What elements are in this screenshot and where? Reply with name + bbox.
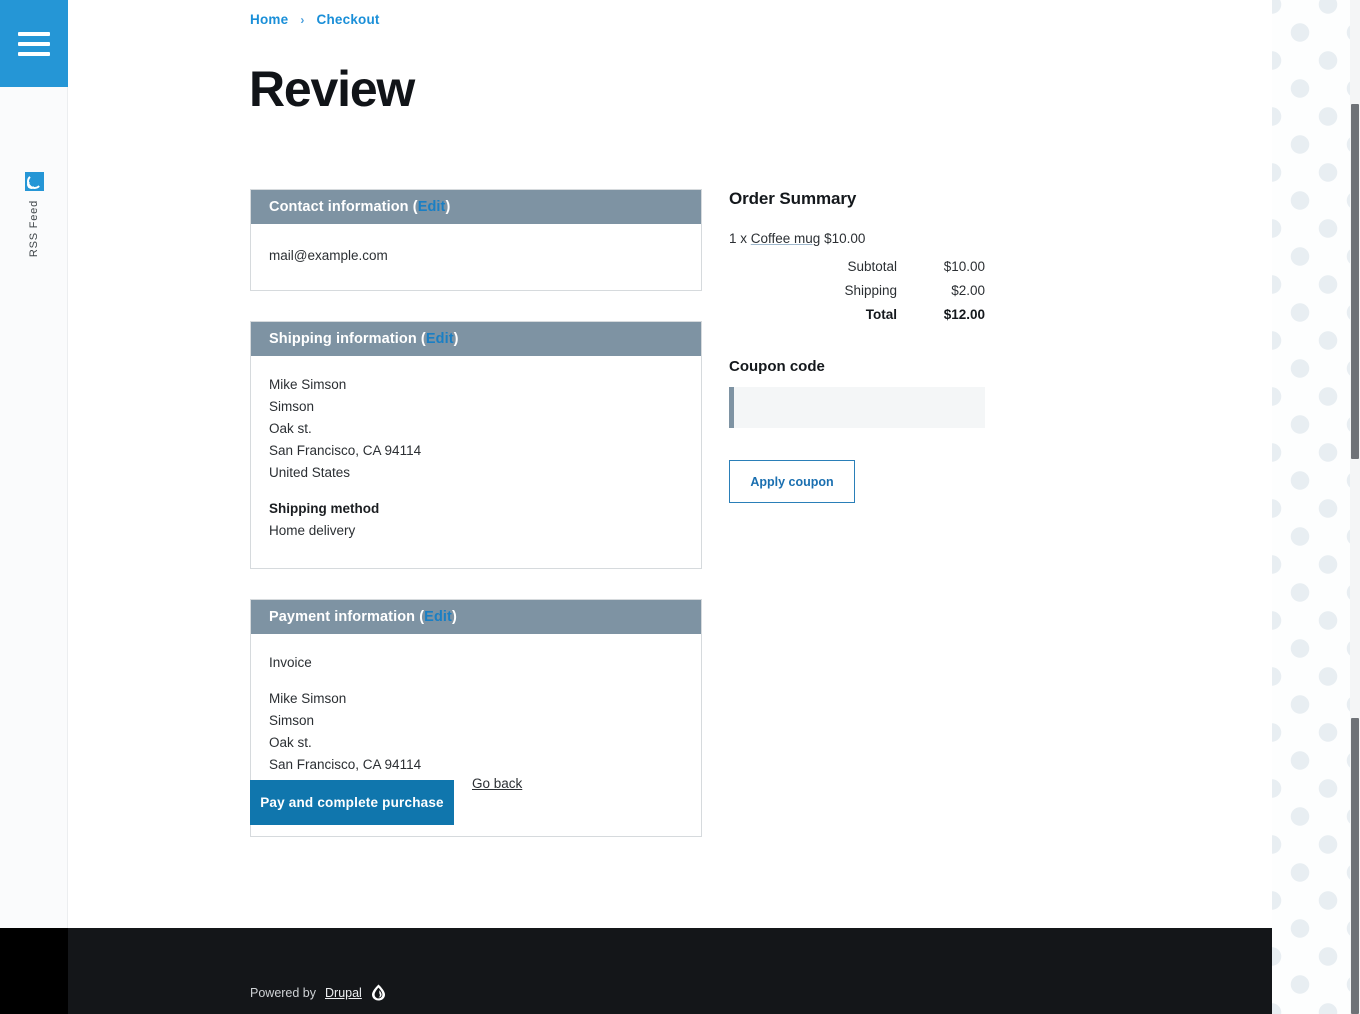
shipping-value: $2.00 (927, 283, 985, 298)
chevron-right-icon: › (300, 13, 304, 27)
checkout-actions: Pay and complete purchase Go back (250, 780, 522, 825)
hamburger-bar (18, 52, 50, 56)
payment-information-title: Payment information ( (269, 609, 424, 625)
go-back-link[interactable]: Go back (472, 776, 522, 791)
hamburger-menu-button[interactable] (0, 0, 68, 87)
powered-by-drupal: Powered by Drupal (250, 984, 386, 1001)
shipping-address-line: Simson (269, 396, 683, 418)
subtotal-value: $10.00 (927, 259, 985, 274)
payment-address-line: Mike Simson (269, 688, 683, 710)
drupal-droplet-icon (371, 984, 386, 1001)
order-item-price: $10.00 (820, 231, 865, 246)
payment-address-line: Oak st. (269, 732, 683, 754)
rss-feed-control[interactable]: RSS Feed (0, 172, 68, 257)
rss-icon-arc-outer (27, 174, 42, 189)
pay-and-complete-purchase-button[interactable]: Pay and complete purchase (250, 780, 454, 825)
left-sidebar: RSS Feed (0, 0, 68, 928)
contact-edit-link[interactable]: Edit (418, 199, 446, 215)
site-footer: Powered by Drupal (0, 928, 1272, 1014)
shipping-edit-link[interactable]: Edit (426, 331, 454, 347)
apply-coupon-button[interactable]: Apply coupon (729, 460, 855, 503)
payment-title-close: ) (452, 609, 457, 625)
shipping-address-line: San Francisco, CA 94114 (269, 440, 683, 462)
coupon-code-input[interactable] (729, 387, 985, 428)
drupal-link[interactable]: Drupal (325, 986, 362, 1000)
hamburger-bar (18, 42, 50, 46)
main-content: Home › Checkout Review Contact informati… (68, 0, 1272, 928)
totals-row-shipping: Shipping $2.00 (729, 283, 985, 298)
contact-title-close: ) (446, 199, 451, 215)
contact-information-panel: Contact information (Edit) mail@example.… (250, 189, 702, 291)
contact-email: mail@example.com (269, 245, 683, 267)
vertical-scrollbar-track[interactable] (1350, 0, 1360, 1014)
payment-method: Invoice (269, 652, 683, 674)
shipping-label: Shipping (729, 283, 927, 298)
payment-edit-link[interactable]: Edit (424, 609, 452, 625)
shipping-method-value: Home delivery (269, 520, 683, 542)
page-root: RSS Feed Home › Checkout Review Contact … (0, 0, 1360, 1014)
totals-row-subtotal: Subtotal $10.00 (729, 259, 985, 274)
rss-icon[interactable] (25, 172, 44, 191)
order-totals: Subtotal $10.00 Shipping $2.00 Total $12… (729, 259, 985, 322)
shipping-address-line: Mike Simson (269, 374, 683, 396)
shipping-method-heading: Shipping method (269, 498, 683, 520)
footer-sidebar-block (0, 928, 68, 1014)
rss-feed-label: RSS Feed (28, 200, 40, 257)
subtotal-label: Subtotal (729, 259, 927, 274)
order-item-product-link[interactable]: Coffee mug (751, 231, 821, 246)
payment-address-line: San Francisco, CA 94114 (269, 754, 683, 776)
page-title: Review (249, 64, 414, 114)
order-item-quantity: 1 x (729, 231, 751, 246)
spacer (269, 674, 683, 688)
breadcrumb-item-checkout[interactable]: Checkout (317, 12, 380, 27)
shipping-information-panel: Shipping information (Edit) Mike Simson … (250, 321, 702, 569)
droplet-pattern-background (1272, 0, 1360, 1014)
order-summary-title: Order Summary (729, 189, 1029, 209)
breadcrumb-item-home[interactable]: Home (250, 12, 288, 27)
breadcrumb: Home › Checkout (250, 12, 380, 27)
order-summary-line-item: 1 x Coffee mug $10.00 (729, 231, 1029, 246)
shipping-address-line: Oak st. (269, 418, 683, 440)
totals-row-total: Total $12.00 (729, 307, 985, 322)
payment-information-header: Payment information (Edit) (251, 600, 701, 634)
vertical-scrollbar-thumb[interactable] (1351, 104, 1359, 459)
order-summary-column: Order Summary 1 x Coffee mug $10.00 Subt… (729, 189, 1029, 503)
total-value: $12.00 (927, 307, 985, 322)
checkout-panels-column: Contact information (Edit) mail@example.… (250, 189, 702, 867)
contact-information-body: mail@example.com (251, 224, 701, 290)
powered-by-text: Powered by (250, 986, 316, 1000)
shipping-information-body: Mike Simson Simson Oak st. San Francisco… (251, 356, 701, 568)
total-label: Total (729, 307, 927, 322)
shipping-address-line: United States (269, 462, 683, 484)
coupon-code-label: Coupon code (729, 358, 1029, 375)
vertical-scrollbar-thumb-secondary[interactable] (1351, 718, 1359, 1014)
shipping-information-header: Shipping information (Edit) (251, 322, 701, 356)
contact-information-header: Contact information (Edit) (251, 190, 701, 224)
hamburger-bar (18, 32, 50, 36)
contact-information-title: Contact information ( (269, 199, 418, 215)
payment-address-line: Simson (269, 710, 683, 732)
shipping-information-title: Shipping information ( (269, 331, 426, 347)
shipping-title-close: ) (454, 331, 459, 347)
